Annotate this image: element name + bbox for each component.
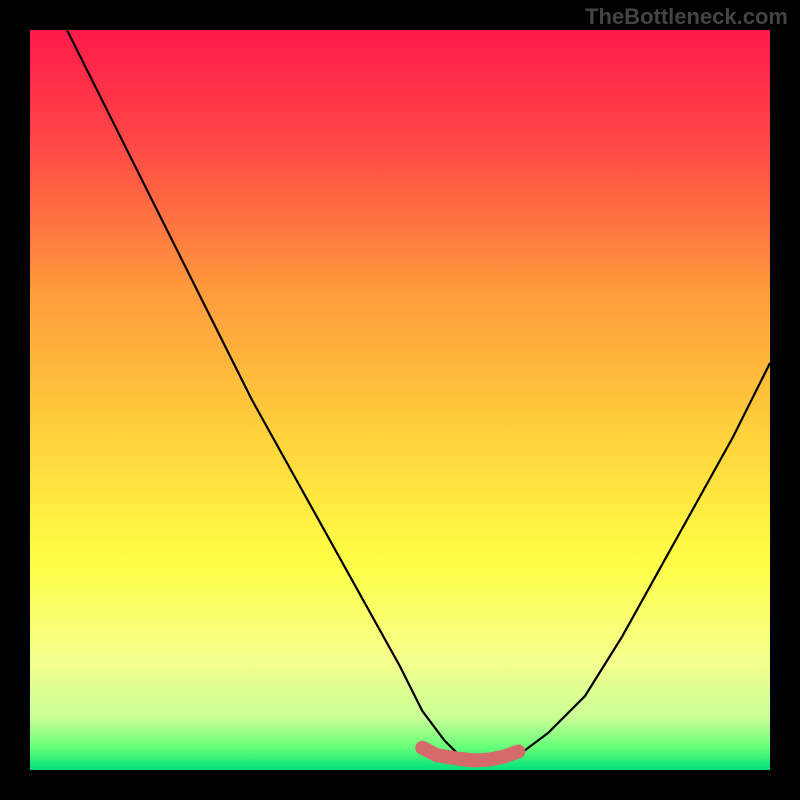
gradient-background <box>30 30 770 770</box>
chart-svg <box>30 30 770 770</box>
watermark-text: TheBottleneck.com <box>585 4 788 30</box>
chart-container: TheBottleneck.com <box>0 0 800 800</box>
plot-area <box>30 30 770 770</box>
